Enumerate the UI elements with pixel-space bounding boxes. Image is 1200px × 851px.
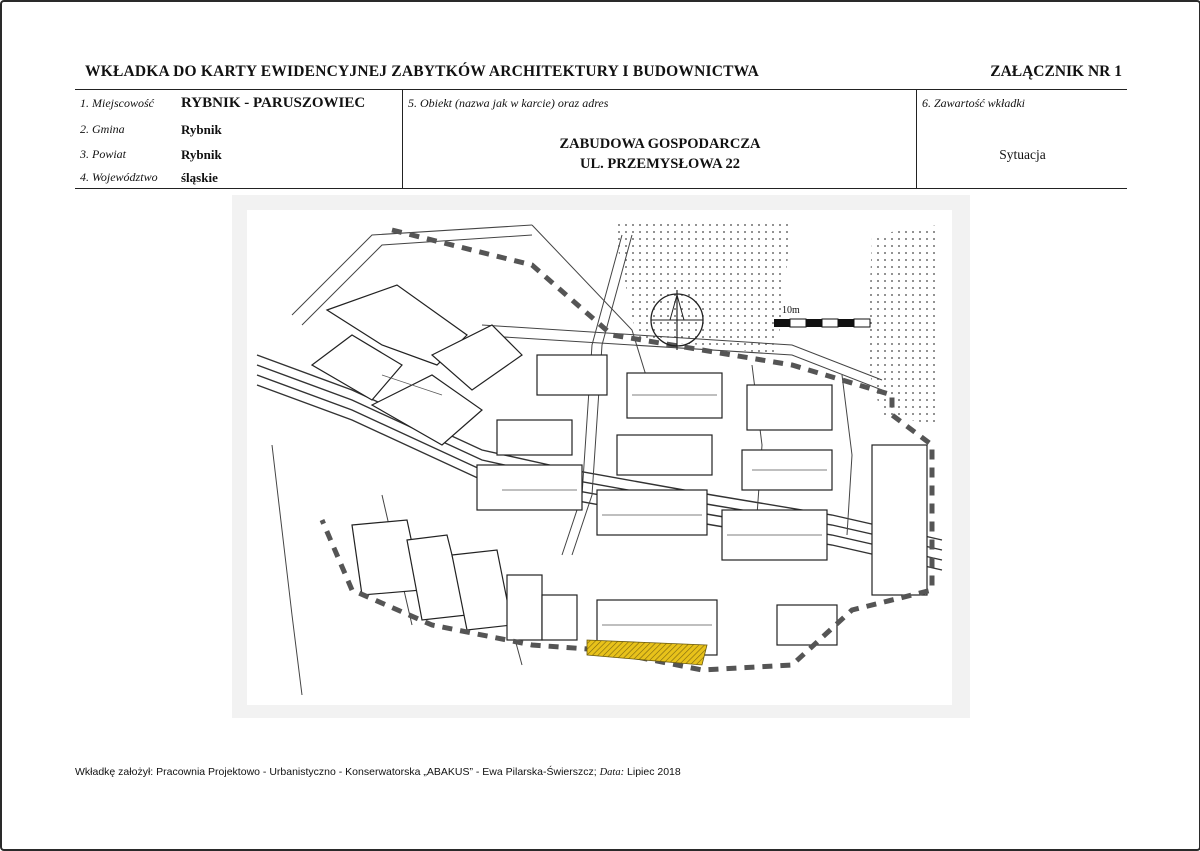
document-title: WKŁADKA DO KARTY EWIDENCYJNEJ ZABYTKÓW A… <box>85 63 760 80</box>
site-plan-drawing: 10m <box>232 195 970 718</box>
column-divider-2 <box>916 89 917 188</box>
footer-author: Wkładkę założył: Pracownia Projektowo - … <box>75 766 597 778</box>
site-map: 10m <box>232 195 970 718</box>
scale-bar <box>774 318 871 328</box>
object-address: UL. PRZEMYSŁOWA 22 <box>580 156 740 172</box>
county-label: 3. Powiat <box>80 147 127 161</box>
voivodeship-label: 4. Województwo <box>80 170 158 184</box>
content-value: Sytuacja <box>999 147 1046 162</box>
object-name: ZABUDOWA GOSPODARCZA <box>559 136 761 152</box>
commune-value: Rybnik <box>181 122 222 137</box>
footer-note: Wkładkę założył: Pracownia Projektowo - … <box>75 766 681 778</box>
content-label: 6. Zawartość wkładki <box>922 96 1026 110</box>
table-bottom-rule <box>75 188 1127 189</box>
locality-label: 1. Miejscowość <box>80 96 154 110</box>
county-value: Rybnik <box>181 147 222 162</box>
column-divider-1 <box>402 89 403 188</box>
footer-date-value: Lipiec 2018 <box>627 766 681 778</box>
dotted-area-east <box>867 225 937 425</box>
footer-date-label: Data: <box>599 767 625 778</box>
scale-label: 10m <box>782 305 800 316</box>
locality-value: RYBNIK - PARUSZOWIEC <box>181 95 366 111</box>
object-label: 5. Obiekt (nazwa jak w karcie) oraz adre… <box>408 96 609 110</box>
table-top-rule <box>75 89 1127 90</box>
voivodeship-value: śląskie <box>181 170 218 185</box>
commune-label: 2. Gmina <box>80 122 125 136</box>
annex-number: ZAŁĄCZNIK NR 1 <box>990 63 1122 80</box>
